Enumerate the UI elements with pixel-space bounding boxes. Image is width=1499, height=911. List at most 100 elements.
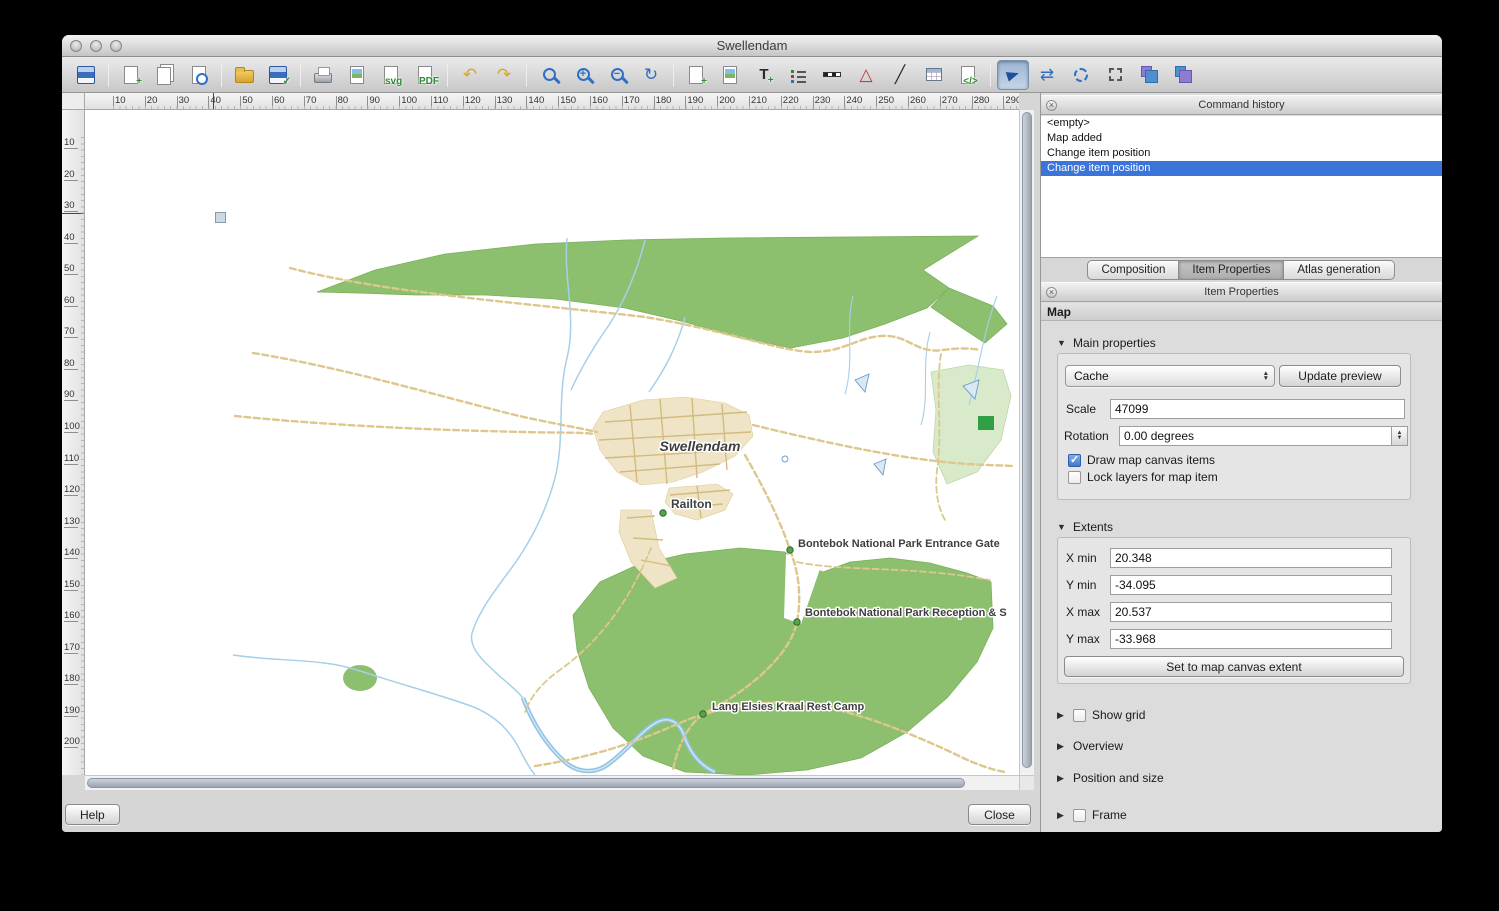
add-label-icon: T	[759, 67, 768, 82]
add-scalebar-button[interactable]	[816, 60, 848, 90]
disclosure-triangle-icon[interactable]	[1057, 710, 1067, 721]
ruler-tick	[64, 306, 78, 307]
ruler-number: 100	[64, 421, 80, 432]
position-and-size-section-toggle[interactable]: Position and size	[1057, 770, 1164, 786]
export-as-pdf-button[interactable]	[409, 60, 441, 90]
ruler-tick	[64, 747, 78, 748]
duplicate-composition-button[interactable]	[149, 60, 181, 90]
tab-item-properties[interactable]: Item Properties	[1178, 260, 1284, 280]
draw-map-canvas-items-checkbox[interactable]	[1068, 454, 1081, 467]
ruler-number: 180	[656, 95, 672, 106]
new-composition-button[interactable]	[115, 60, 147, 90]
minimize-window-button[interactable]	[90, 40, 102, 52]
ruler-number: 90	[64, 389, 75, 400]
add-html-frame-button[interactable]	[952, 60, 984, 90]
composition-canvas[interactable]: Swellendam Railton Bontebok National Par…	[85, 110, 1019, 775]
add-new-map-button[interactable]	[680, 60, 712, 90]
add-attribute-table-button[interactable]	[918, 60, 950, 90]
close-window-button[interactable]	[70, 40, 82, 52]
selected-small-item[interactable]	[215, 212, 226, 223]
select-move-item-button[interactable]	[997, 60, 1029, 90]
main-properties-section-toggle[interactable]: Main properties	[1057, 335, 1156, 351]
disclosure-triangle-icon[interactable]	[1057, 338, 1067, 348]
show-grid-checkbox[interactable]	[1073, 709, 1086, 722]
set-to-map-canvas-extent-button[interactable]: Set to map canvas extent	[1064, 656, 1404, 677]
disclosure-triangle-icon[interactable]	[1057, 522, 1067, 532]
frame-section-toggle[interactable]: Frame	[1057, 807, 1127, 823]
tab-composition[interactable]: Composition	[1087, 260, 1179, 280]
lock-layers-checkbox[interactable]	[1068, 471, 1081, 484]
add-arrow-button[interactable]: ╱	[884, 60, 916, 90]
toolbar-separator	[108, 63, 109, 87]
help-button[interactable]: Help	[65, 804, 120, 825]
ruler-corner	[62, 93, 85, 110]
ruler-tick	[908, 96, 909, 109]
select-items-button[interactable]	[1065, 60, 1097, 90]
horizontal-scrollbar[interactable]	[85, 775, 1019, 790]
export-as-svg-button[interactable]	[375, 60, 407, 90]
x-max-input[interactable]	[1110, 602, 1392, 622]
cache-dropdown[interactable]: Cache	[1065, 365, 1275, 387]
vertical-scrollbar[interactable]	[1019, 110, 1034, 775]
scale-input[interactable]	[1110, 399, 1405, 419]
redo-button[interactable]: ↷	[488, 60, 520, 90]
tab-atlas-generation[interactable]: Atlas generation	[1283, 260, 1394, 280]
move-item-content-button[interactable]: ⇄	[1031, 60, 1063, 90]
export-as-image-button[interactable]	[341, 60, 373, 90]
park-polygons	[317, 236, 1011, 775]
load-from-template-button[interactable]	[228, 60, 260, 90]
add-scalebar-icon	[823, 72, 841, 77]
vertical-ruler-cursor-marker	[62, 213, 84, 214]
close-button[interactable]: Close	[968, 804, 1031, 825]
undo-button[interactable]: ↶	[454, 60, 486, 90]
print-button[interactable]	[307, 60, 339, 90]
rotation-spinner[interactable]	[1392, 426, 1408, 446]
x-min-input[interactable]	[1110, 548, 1392, 568]
ruler-number: 10	[115, 95, 126, 106]
close-panel-icon[interactable]	[1046, 287, 1057, 298]
save-project-button[interactable]	[70, 60, 102, 90]
extents-section-toggle[interactable]: Extents	[1057, 519, 1113, 535]
add-legend-button[interactable]	[782, 60, 814, 90]
overview-section-toggle[interactable]: Overview	[1057, 738, 1123, 754]
new-composition-icon	[124, 66, 138, 84]
ruler-number: 150	[560, 95, 576, 106]
x-max-label: X max	[1066, 602, 1100, 622]
composition-manager-button[interactable]	[183, 60, 215, 90]
title-bar[interactable]: Swellendam	[62, 35, 1442, 57]
ruler-number: 30	[179, 95, 190, 106]
y-min-input[interactable]	[1110, 575, 1392, 595]
zoom-to-item-button[interactable]	[1099, 60, 1131, 90]
raise-items-button[interactable]	[1133, 60, 1165, 90]
disclosure-triangle-icon[interactable]	[1057, 810, 1067, 821]
refresh-view-button[interactable]: ↻	[635, 60, 667, 90]
save-as-template-button[interactable]	[262, 60, 294, 90]
toolbar-separator	[526, 63, 527, 87]
frame-checkbox[interactable]	[1073, 809, 1086, 822]
zoom-out-button[interactable]: −	[601, 60, 633, 90]
zoom-window-button[interactable]	[110, 40, 122, 52]
history-item[interactable]: Change item position	[1041, 146, 1442, 161]
add-image-button[interactable]	[714, 60, 746, 90]
show-grid-section-toggle[interactable]: Show grid	[1057, 707, 1145, 723]
disclosure-triangle-icon[interactable]	[1057, 741, 1067, 752]
vertical-scrollbar-thumb[interactable]	[1022, 112, 1032, 768]
y-min-label: Y min	[1066, 575, 1096, 595]
lock-layers-label: Lock layers for map item	[1087, 467, 1218, 487]
ruler-number: 80	[338, 95, 349, 106]
lower-items-button[interactable]	[1167, 60, 1199, 90]
add-basic-shape-button[interactable]: △	[850, 60, 882, 90]
history-item[interactable]: Map added	[1041, 131, 1442, 146]
add-label-button[interactable]: T	[748, 60, 780, 90]
y-max-input[interactable]	[1110, 629, 1392, 649]
disclosure-triangle-icon[interactable]	[1057, 773, 1067, 784]
history-item[interactable]: Change item position	[1041, 161, 1442, 176]
update-preview-button[interactable]: Update preview	[1279, 365, 1401, 387]
history-item[interactable]: <empty>	[1041, 116, 1442, 131]
ruler-number: 30	[64, 200, 75, 211]
zoom-full-button[interactable]	[533, 60, 565, 90]
close-panel-icon[interactable]	[1046, 100, 1057, 111]
rotation-input[interactable]	[1119, 426, 1392, 446]
zoom-in-button[interactable]: +	[567, 60, 599, 90]
horizontal-scrollbar-thumb[interactable]	[87, 778, 965, 788]
